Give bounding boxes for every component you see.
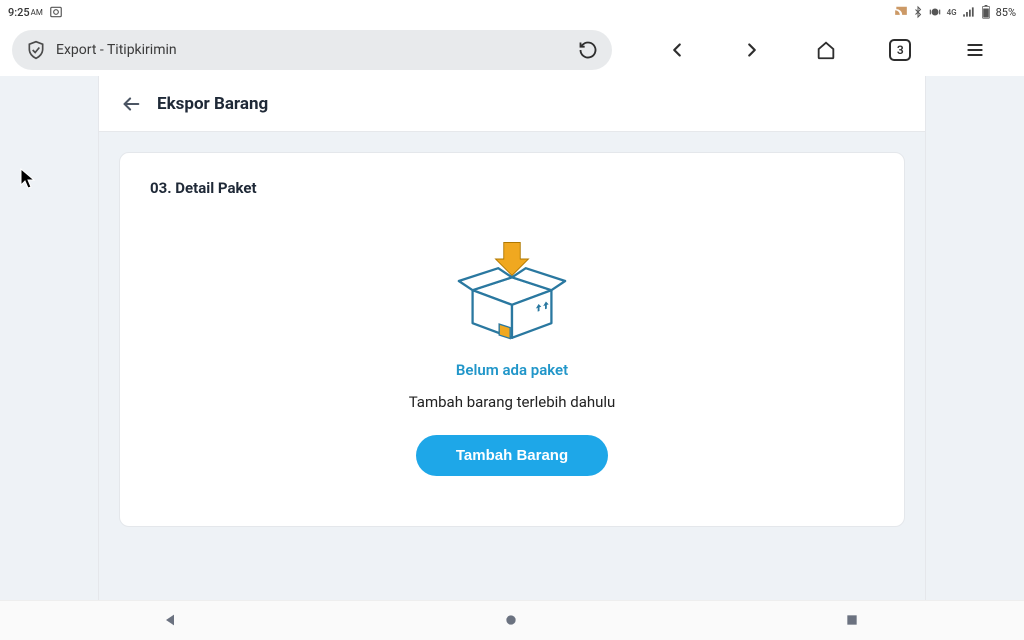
page-header: Ekspor Barang [99, 76, 925, 132]
page-title: Ekspor Barang [157, 94, 268, 114]
bluetooth-icon [911, 5, 925, 19]
browser-chrome: Export - Titipkirimin 3 [0, 24, 1024, 76]
empty-state: Belum ada paket Tambah barang terlebih d… [150, 237, 874, 476]
nav-back-button[interactable] [657, 30, 697, 70]
card-title: 03. Detail Paket [150, 179, 874, 197]
nav-forward-button[interactable] [732, 30, 772, 70]
camera-icon [49, 5, 63, 19]
home-button[interactable] [806, 30, 846, 70]
page-body: Ekspor Barang 03. Detail Paket [0, 76, 1024, 600]
nav-home-icon[interactable] [503, 612, 521, 630]
url-text: Export - Titipkirimin [56, 42, 568, 58]
empty-subtext: Tambah barang terlebih dahulu [409, 393, 616, 411]
status-time: 9:25AM [8, 6, 43, 19]
battery-text: 85% [996, 6, 1016, 19]
signal-icon [962, 5, 976, 19]
box-icon [457, 237, 567, 347]
detail-paket-card: 03. Detail Paket [119, 152, 905, 527]
empty-heading: Belum ada paket [456, 361, 568, 379]
network-icon: 4G [945, 5, 959, 19]
system-nav-bar [0, 600, 1024, 640]
url-bar[interactable]: Export - Titipkirimin [12, 30, 612, 70]
tabs-button[interactable]: 3 [880, 30, 920, 70]
add-item-button[interactable]: Tambah Barang [416, 435, 608, 476]
status-bar: 9:25AM 4G 85% [0, 0, 1024, 24]
nav-back-icon[interactable] [162, 612, 180, 630]
menu-button[interactable] [955, 30, 995, 70]
battery-icon [979, 5, 993, 19]
reload-icon[interactable] [578, 40, 598, 60]
shield-icon [26, 40, 46, 60]
back-arrow-icon[interactable] [119, 92, 143, 116]
vibrate-icon [928, 5, 942, 19]
cast-icon [894, 5, 908, 19]
nav-recent-icon[interactable] [844, 612, 862, 630]
